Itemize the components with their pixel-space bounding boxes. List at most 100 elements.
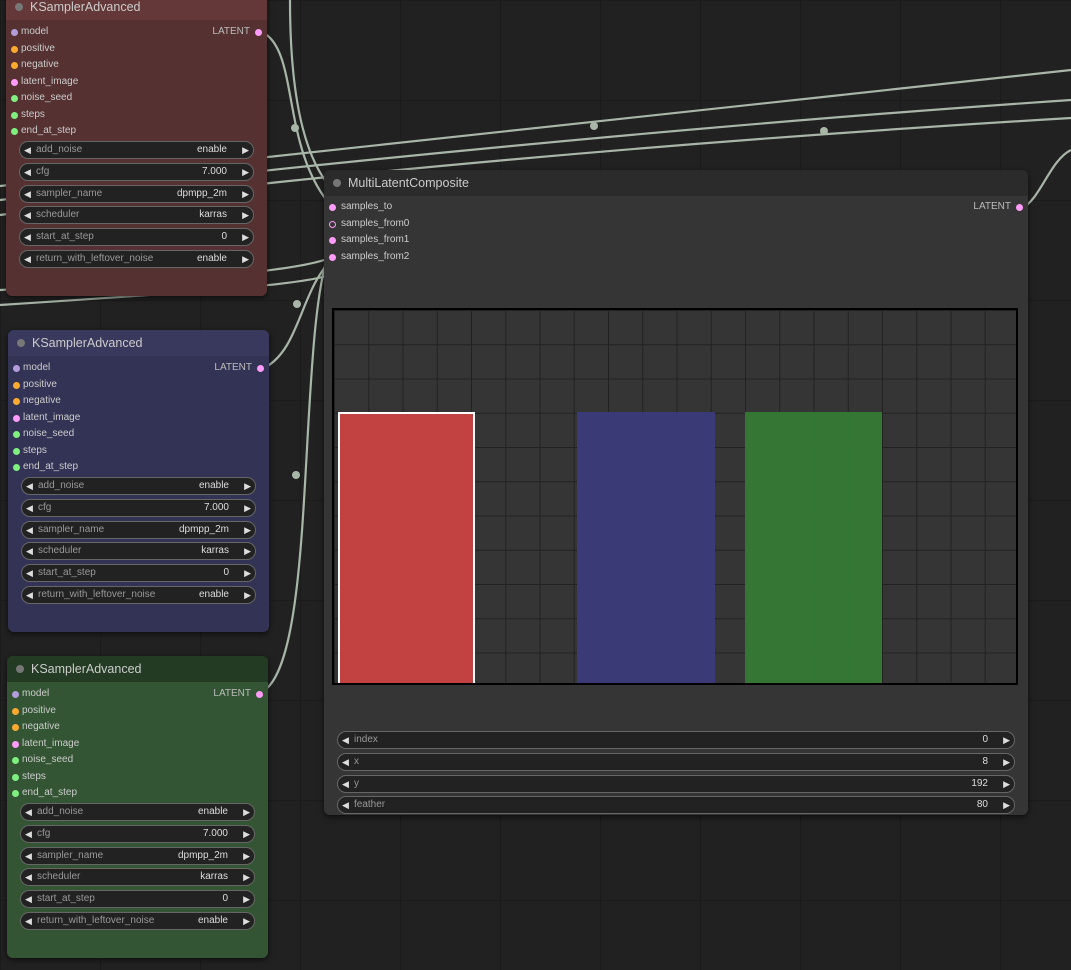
slot-samples-from2[interactable]: samples_from2 bbox=[324, 249, 1028, 266]
increment-arrow-icon[interactable]: ▶ bbox=[1003, 754, 1010, 770]
increment-arrow-icon[interactable]: ▶ bbox=[1003, 776, 1010, 792]
slot-negative[interactable]: negative bbox=[8, 393, 269, 410]
int-slot-icon[interactable] bbox=[13, 431, 20, 438]
widget-index[interactable]: ◀ index 0 ▶ bbox=[337, 731, 1015, 749]
slot-noise-seed[interactable]: noise_seed bbox=[6, 90, 267, 107]
slot-model[interactable]: model LATENT bbox=[6, 24, 267, 41]
widget-feather[interactable]: ◀ feather 80 ▶ bbox=[337, 796, 1015, 815]
collapse-dot-icon[interactable] bbox=[333, 179, 341, 187]
widget-sampler-name[interactable]: ◀ sampler_name dpmpp_2m ▶ bbox=[20, 846, 255, 865]
ksampler-node-1[interactable]: KSamplerAdvanced model LATENT positive n… bbox=[6, 0, 267, 296]
increment-arrow-icon[interactable]: ▶ bbox=[244, 522, 251, 538]
widget-return-with-leftover-noise[interactable]: ◀ return_with_leftover_noise enable ▶ bbox=[20, 911, 255, 930]
decrement-arrow-icon[interactable]: ◀ bbox=[24, 229, 31, 245]
conditioning-slot-icon[interactable] bbox=[13, 381, 20, 389]
widget-add-noise[interactable]: ◀ add_noise enable ▶ bbox=[19, 141, 254, 159]
increment-arrow-icon[interactable]: ▶ bbox=[243, 869, 250, 885]
slot-positive[interactable]: positive bbox=[7, 703, 268, 720]
slot-latent-image[interactable]: latent_image bbox=[6, 74, 267, 91]
widget-sampler-name[interactable]: ◀ sampler_name dpmpp_2m ▶ bbox=[21, 520, 256, 539]
widget-start-at-step[interactable]: ◀ start_at_step 0 ▶ bbox=[19, 228, 254, 247]
increment-arrow-icon[interactable]: ▶ bbox=[242, 164, 249, 180]
conditioning-slot-icon[interactable] bbox=[12, 724, 19, 731]
int-slot-icon[interactable] bbox=[13, 447, 20, 455]
increment-arrow-icon[interactable]: ▶ bbox=[1003, 732, 1010, 748]
increment-arrow-icon[interactable]: ▶ bbox=[244, 587, 251, 603]
collapse-dot-icon[interactable] bbox=[15, 3, 23, 11]
increment-arrow-icon[interactable]: ▶ bbox=[243, 826, 250, 842]
decrement-arrow-icon[interactable]: ◀ bbox=[25, 869, 32, 885]
model-slot-icon[interactable] bbox=[13, 365, 20, 372]
widget-return-with-leftover-noise[interactable]: ◀ return_with_leftover_noise enable ▶ bbox=[19, 249, 254, 268]
decrement-arrow-icon[interactable]: ◀ bbox=[25, 804, 32, 820]
latent-slot-icon[interactable] bbox=[329, 253, 336, 261]
widget-cfg[interactable]: ◀ cfg 7.000 ▶ bbox=[21, 498, 256, 517]
decrement-arrow-icon[interactable]: ◀ bbox=[26, 587, 33, 603]
decrement-arrow-icon[interactable]: ◀ bbox=[26, 478, 33, 494]
latent-slot-icon[interactable] bbox=[13, 414, 20, 422]
slot-end-at-step[interactable]: end_at_step bbox=[6, 123, 267, 140]
decrement-arrow-icon[interactable]: ◀ bbox=[25, 826, 32, 842]
widget-add-noise[interactable]: ◀ add_noise enable ▶ bbox=[20, 803, 255, 821]
decrement-arrow-icon[interactable]: ◀ bbox=[26, 500, 33, 516]
widget-x[interactable]: ◀ x 8 ▶ bbox=[337, 752, 1015, 771]
slot-samples-from1[interactable]: samples_from1 bbox=[324, 232, 1028, 249]
increment-arrow-icon[interactable]: ▶ bbox=[242, 207, 249, 223]
multi-latent-composite-node[interactable]: MultiLatentComposite samples_to LATENT s… bbox=[324, 170, 1028, 815]
decrement-arrow-icon[interactable]: ◀ bbox=[24, 207, 31, 223]
slot-latent-image[interactable]: latent_image bbox=[7, 736, 268, 753]
conditioning-slot-icon[interactable] bbox=[11, 62, 18, 69]
widget-add-noise[interactable]: ◀ add_noise enable ▶ bbox=[21, 477, 256, 495]
decrement-arrow-icon[interactable]: ◀ bbox=[342, 797, 349, 813]
increment-arrow-icon[interactable]: ▶ bbox=[243, 913, 250, 929]
latent-output-icon[interactable] bbox=[257, 365, 264, 372]
widget-scheduler[interactable]: ◀ scheduler karras ▶ bbox=[20, 868, 255, 887]
latent-region-0[interactable] bbox=[338, 412, 475, 683]
increment-arrow-icon[interactable]: ▶ bbox=[244, 500, 251, 516]
int-slot-icon[interactable] bbox=[11, 128, 18, 135]
conditioning-slot-icon[interactable] bbox=[11, 45, 18, 53]
slot-negative[interactable]: negative bbox=[6, 57, 267, 74]
increment-arrow-icon[interactable]: ▶ bbox=[242, 251, 249, 267]
slot-positive[interactable]: positive bbox=[8, 377, 269, 394]
latent-slot-icon[interactable] bbox=[329, 204, 336, 211]
increment-arrow-icon[interactable]: ▶ bbox=[244, 478, 251, 494]
decrement-arrow-icon[interactable]: ◀ bbox=[25, 891, 32, 907]
widget-sampler-name[interactable]: ◀ sampler_name dpmpp_2m ▶ bbox=[19, 184, 254, 203]
increment-arrow-icon[interactable]: ▶ bbox=[242, 142, 249, 158]
widget-scheduler[interactable]: ◀ scheduler karras ▶ bbox=[21, 542, 256, 561]
node-title-bar[interactable]: KSamplerAdvanced bbox=[8, 330, 269, 356]
increment-arrow-icon[interactable]: ▶ bbox=[242, 186, 249, 202]
composite-preview-canvas[interactable] bbox=[332, 308, 1018, 685]
latent-slot-icon[interactable] bbox=[329, 237, 336, 244]
latent-output-icon[interactable] bbox=[255, 29, 262, 36]
increment-arrow-icon[interactable]: ▶ bbox=[1003, 797, 1010, 813]
slot-steps[interactable]: steps bbox=[6, 107, 267, 124]
increment-arrow-icon[interactable]: ▶ bbox=[243, 804, 250, 820]
widget-scheduler[interactable]: ◀ scheduler karras ▶ bbox=[19, 206, 254, 225]
decrement-arrow-icon[interactable]: ◀ bbox=[26, 522, 33, 538]
slot-model[interactable]: model LATENT bbox=[7, 686, 268, 703]
int-slot-icon[interactable] bbox=[11, 95, 18, 102]
decrement-arrow-icon[interactable]: ◀ bbox=[24, 164, 31, 180]
conditioning-slot-icon[interactable] bbox=[12, 707, 19, 715]
latent-output-icon[interactable] bbox=[1016, 204, 1023, 211]
slot-model[interactable]: model LATENT bbox=[8, 360, 269, 377]
slot-end-at-step[interactable]: end_at_step bbox=[8, 459, 269, 476]
model-slot-icon[interactable] bbox=[11, 29, 18, 36]
ksampler-node-2[interactable]: KSamplerAdvanced model LATENT positive n… bbox=[8, 330, 269, 632]
increment-arrow-icon[interactable]: ▶ bbox=[244, 543, 251, 559]
int-slot-icon[interactable] bbox=[13, 464, 20, 471]
increment-arrow-icon[interactable]: ▶ bbox=[243, 891, 250, 907]
increment-arrow-icon[interactable]: ▶ bbox=[243, 848, 250, 864]
int-slot-icon[interactable] bbox=[12, 790, 19, 797]
latent-region-1[interactable] bbox=[577, 412, 715, 683]
slot-steps[interactable]: steps bbox=[8, 443, 269, 460]
latent-slot-icon[interactable] bbox=[11, 78, 18, 86]
collapse-dot-icon[interactable] bbox=[16, 665, 24, 673]
node-title-bar[interactable]: KSamplerAdvanced bbox=[6, 0, 267, 20]
decrement-arrow-icon[interactable]: ◀ bbox=[342, 776, 349, 792]
slot-samples-to[interactable]: samples_to LATENT bbox=[324, 199, 1028, 216]
decrement-arrow-icon[interactable]: ◀ bbox=[24, 251, 31, 267]
conditioning-slot-icon[interactable] bbox=[13, 398, 20, 405]
